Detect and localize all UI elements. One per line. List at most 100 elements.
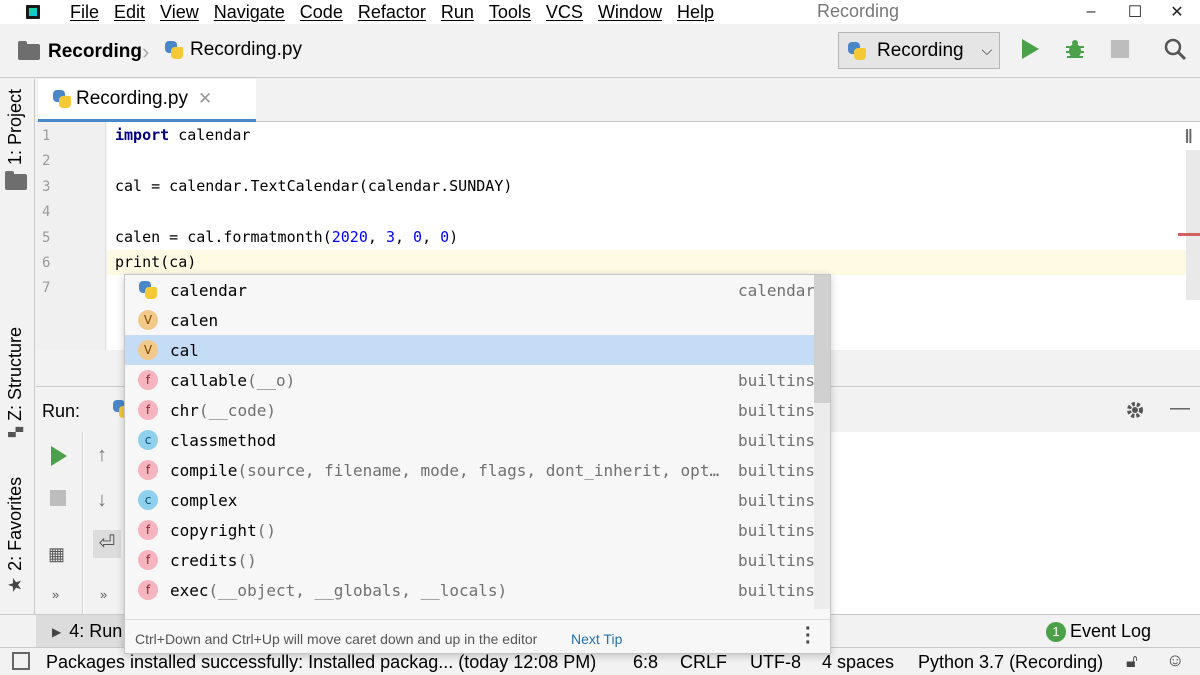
function-icon: f: [138, 370, 158, 390]
soft-wrap-icon[interactable]: ⏎: [93, 530, 121, 558]
menu-navigate[interactable]: Navigate: [214, 2, 285, 23]
rerun-button[interactable]: [51, 446, 67, 466]
more-icon[interactable]: »: [100, 587, 107, 602]
menu-window[interactable]: Window: [598, 2, 662, 23]
menu-view[interactable]: View: [160, 2, 199, 23]
arrow-up-icon[interactable]: ↑: [97, 444, 107, 467]
breadcrumb-separator-icon: ›: [142, 39, 150, 64]
search-icon[interactable]: [1163, 37, 1187, 61]
event-count-badge: 1: [1046, 621, 1066, 642]
status-message[interactable]: Packages installed successfully: Install…: [46, 652, 596, 673]
menu-code[interactable]: Code: [300, 2, 343, 23]
breadcrumb-file[interactable]: Recording.py: [164, 39, 302, 61]
menu-vcs[interactable]: VCS: [546, 2, 583, 23]
completion-scrollbar-thumb[interactable]: [814, 275, 830, 403]
python-module-icon: [138, 280, 158, 300]
inspection-pause-icon[interactable]: ||: [1185, 127, 1192, 144]
navigation-bar: Recording › Recording.py Recording ⌵: [0, 24, 1200, 78]
arrow-down-icon[interactable]: ↓: [97, 489, 107, 512]
breadcrumb-project[interactable]: Recording: [18, 41, 142, 63]
completion-item-selected[interactable]: V cal: [125, 335, 830, 365]
completion-list: calendar calendar V calen V cal f callab…: [125, 275, 830, 609]
code-line-3: cal = calendar.TextCalendar(calendar.SUN…: [115, 177, 513, 195]
close-window-button[interactable]: ✕: [1154, 0, 1200, 24]
completion-item[interactable]: calendar calendar: [125, 275, 815, 305]
more-options-icon[interactable]: · · ·: [805, 619, 812, 653]
run-tool-tab[interactable]: ▶ 4: Run: [36, 615, 136, 648]
line-number-gutter: 1 2 3 4 5 6 7: [36, 122, 106, 350]
completion-footer: Ctrl+Down and Ctrl+Up will move caret do…: [125, 619, 830, 653]
code-line-6: print(ca): [115, 253, 197, 271]
structure-tool-tab[interactable]: ▚ Z: Structure: [5, 327, 26, 437]
left-tool-strip: 1: Project ▚ Z: Structure ★ 2: Favorites: [0, 79, 35, 647]
debug-bug-icon[interactable]: [1064, 38, 1086, 60]
run-toolbar-secondary: ↑ ↓ ⏎ »: [84, 432, 127, 614]
indent-setting[interactable]: 4 spaces: [822, 652, 894, 673]
editor-scrollbar[interactable]: [1186, 150, 1200, 300]
class-icon: c: [138, 430, 158, 450]
project-tool-tab[interactable]: 1: Project: [4, 89, 27, 193]
inspector-face-icon[interactable]: ☺: [1166, 650, 1184, 671]
completion-params: (__code): [198, 400, 276, 420]
function-icon: f: [138, 460, 158, 480]
tab-recording-py[interactable]: Recording.py ✕: [38, 79, 256, 122]
completion-hint: Ctrl+Down and Ctrl+Up will move caret do…: [135, 631, 538, 647]
project-folder-icon: [4, 174, 27, 190]
code-line-1: import calendar: [115, 126, 250, 144]
completion-item[interactable]: f exec (__object, __globals, __locals) bu…: [125, 575, 815, 605]
close-tab-icon[interactable]: ✕: [198, 89, 212, 109]
menu-file[interactable]: File: [70, 2, 99, 23]
toggle-tool-windows-icon[interactable]: [12, 652, 30, 670]
function-icon: f: [138, 520, 158, 540]
line-number: 3: [42, 179, 51, 195]
menu-run[interactable]: Run: [441, 2, 474, 23]
stop-run-button[interactable]: [50, 490, 66, 506]
completion-name: chr: [170, 400, 199, 420]
more-icon[interactable]: »: [52, 587, 59, 602]
star-icon: ★: [5, 576, 25, 593]
completion-item[interactable]: f copyright() builtins: [125, 515, 815, 545]
completion-item[interactable]: c classmethod builtins: [125, 425, 815, 455]
favorites-tool-tab[interactable]: ★ 2: Favorites: [5, 477, 26, 593]
run-button[interactable]: [1022, 39, 1039, 59]
run-toolbar-primary: ▦ »: [36, 432, 83, 614]
completion-name: calen: [170, 310, 219, 330]
run-configuration-label: Recording: [877, 39, 964, 61]
completion-item[interactable]: f chr (__code) builtins: [125, 395, 815, 425]
event-log-tab[interactable]: 1 Event Log: [1046, 621, 1151, 642]
menu-refactor[interactable]: Refactor: [358, 2, 426, 23]
completion-scrollbar[interactable]: [814, 275, 830, 609]
code-line-5: calen = cal.formatmonth(2020, 3, 0, 0): [115, 228, 458, 246]
completion-name: classmethod: [170, 430, 276, 450]
menu-tools[interactable]: Tools: [489, 2, 531, 23]
file-encoding[interactable]: UTF-8: [750, 652, 801, 673]
number-literal: 0: [440, 228, 450, 246]
error-stripe-marker[interactable]: [1178, 233, 1200, 236]
hide-panel-icon[interactable]: —: [1170, 397, 1190, 420]
code-text: ,: [422, 228, 441, 246]
structure-icon: ▚: [7, 427, 23, 437]
caret-position[interactable]: 6:8: [633, 652, 658, 673]
breadcrumb-file-label: Recording.py: [190, 39, 302, 60]
function-icon: f: [138, 580, 158, 600]
line-separator[interactable]: CRLF: [680, 652, 727, 673]
gear-icon[interactable]: [1124, 399, 1146, 421]
code-text: calendar: [169, 126, 251, 144]
python-interpreter[interactable]: Python 3.7 (Recording): [918, 652, 1103, 673]
function-icon: f: [138, 400, 158, 420]
completion-item[interactable]: f credits() builtins: [125, 545, 815, 575]
next-tip-link[interactable]: Next Tip: [571, 631, 622, 647]
maximize-button[interactable]: ☐: [1112, 0, 1158, 24]
completion-item[interactable]: V calen: [125, 305, 815, 335]
menu-help[interactable]: Help: [677, 2, 714, 23]
run-configuration-select[interactable]: Recording ⌵: [838, 32, 1000, 69]
layout-icon[interactable]: ▦: [48, 544, 65, 565]
minimize-button[interactable]: –: [1068, 0, 1114, 24]
completion-item[interactable]: f callable (__o) builtins: [125, 365, 815, 395]
menu-edit[interactable]: Edit: [114, 2, 145, 23]
lock-icon[interactable]: 🔓︎: [1126, 651, 1138, 672]
completion-item[interactable]: c complex builtins: [125, 485, 815, 515]
stop-button[interactable]: [1111, 40, 1129, 58]
line-number: 4: [42, 204, 51, 220]
completion-item[interactable]: f compile (source, filename, mode, flags,…: [125, 455, 815, 485]
